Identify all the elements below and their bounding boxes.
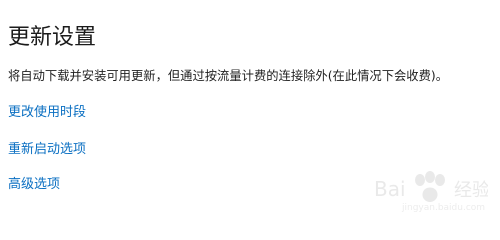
update-settings-panel: 更新设置 将自动下载并安装可用更新，但通过按流量计费的连接除外(在此情况下会收费…	[0, 0, 500, 218]
restart-options-link[interactable]: 重新启动选项	[8, 141, 86, 159]
change-active-hours-link[interactable]: 更改使用时段	[8, 104, 86, 122]
svg-text:Bai: Bai	[374, 177, 406, 201]
svg-text:经验: 经验	[454, 180, 488, 201]
advanced-options-link[interactable]: 高级选项	[8, 176, 60, 194]
update-description: 将自动下载并安装可用更新，但通过按流量计费的连接除外(在此情况下会收费)。	[8, 69, 448, 83]
page-title: 更新设置	[8, 25, 97, 50]
baidu-jingyan-watermark: Bai 经验 jingyan.baidu.com	[374, 171, 488, 213]
svg-text:jingyan.baidu.com: jingyan.baidu.com	[401, 203, 485, 213]
